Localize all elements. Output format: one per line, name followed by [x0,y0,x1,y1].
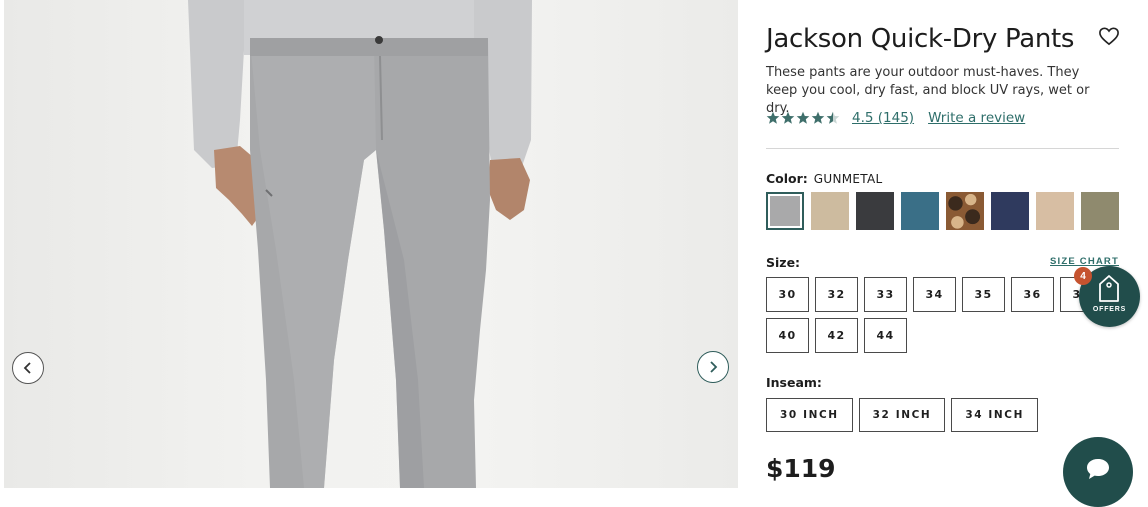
half-star-icon [826,111,840,124]
rating-row: 4.5 (145) Write a review [766,108,1039,128]
color-label-text: Color: [766,171,808,186]
gallery-next-button[interactable] [697,351,729,383]
size-option-42[interactable]: 42 [815,318,858,353]
inseam-option[interactable]: 30 INCH [766,398,853,432]
color-swatch[interactable] [766,192,804,230]
color-swatch[interactable] [991,192,1029,230]
color-chip [770,196,800,226]
color-swatch[interactable] [946,192,984,230]
color-swatches [766,192,1119,230]
reviews-link[interactable]: 4.5 (145) [852,110,914,126]
color-chip [901,192,939,230]
size-option-36[interactable]: 36 [1011,277,1054,312]
inseam-label: Inseam: [766,375,822,390]
color-chip [991,192,1029,230]
color-chip [1036,192,1074,230]
star-icon [766,111,780,124]
product-details-panel: Jackson Quick-Dry Pants These pants are … [766,0,1119,488]
inseam-option[interactable]: 34 INCH [951,398,1038,432]
star-icon [781,111,795,124]
size-option-44[interactable]: 44 [864,318,907,353]
size-option-35[interactable]: 35 [962,277,1005,312]
color-swatch[interactable] [811,192,849,230]
color-chip [1081,192,1119,230]
gallery-prev-button[interactable] [12,352,44,384]
size-option-34[interactable]: 34 [913,277,956,312]
color-swatch[interactable] [901,192,939,230]
size-option-33[interactable]: 33 [864,277,907,312]
offers-label: OFFERS [1092,306,1127,313]
heart-icon[interactable] [1098,26,1120,46]
size-option-32[interactable]: 32 [815,277,858,312]
chat-bubble-icon [1087,459,1109,479]
color-chip [856,192,894,230]
color-swatch[interactable] [1036,192,1074,230]
chevron-left-icon [23,362,31,374]
size-label: Size: [766,255,801,270]
star-icon [796,111,810,124]
tag-icon [1099,275,1119,302]
color-swatch[interactable] [1081,192,1119,230]
write-review-link[interactable]: Write a review [928,110,1025,126]
color-label: Color: GUNMETAL [766,171,882,186]
star-rating [766,111,840,125]
size-option-40[interactable]: 40 [766,318,809,353]
color-swatch[interactable] [856,192,894,230]
size-option-30[interactable]: 30 [766,277,809,312]
color-chip [946,192,984,230]
product-title: Jackson Quick-Dry Pants [766,24,1075,54]
color-chip [811,192,849,230]
chat-button[interactable] [1063,437,1133,507]
star-icon [811,111,825,124]
offers-count-badge: 4 [1074,267,1092,285]
product-price: $119 [766,454,836,483]
inseam-option[interactable]: 32 INCH [858,398,946,432]
divider [766,148,1119,149]
inseam-options: 30 INCH 32 INCH 34 INCH [766,398,1038,432]
product-photo [188,0,532,488]
chevron-right-icon [710,361,718,373]
selected-color-name: GUNMETAL [813,172,883,186]
product-image-gallery [4,0,738,488]
